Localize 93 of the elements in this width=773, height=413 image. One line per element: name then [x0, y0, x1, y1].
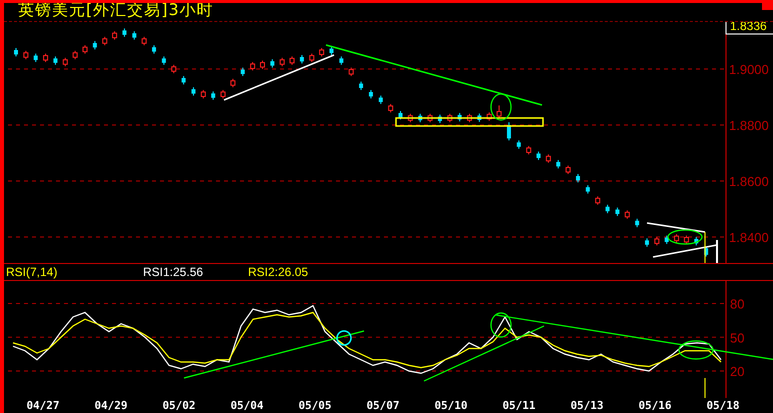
indicator-label: RSI(7,14): [6, 265, 58, 279]
rsi-reading: RSI2:26.05: [248, 265, 310, 279]
price-axis-label: 1.8800: [729, 118, 769, 133]
candle: [684, 235, 689, 244]
candle: [260, 60, 265, 70]
candle: [152, 44, 156, 54]
candle: [704, 246, 708, 258]
rsi-axis-label: 80: [730, 296, 744, 312]
candle: [595, 196, 600, 206]
candle: [576, 174, 580, 183]
candle: [230, 78, 236, 88]
candle: [270, 58, 274, 68]
candle: [359, 81, 364, 91]
candle: [615, 207, 620, 216]
candle: [200, 90, 206, 99]
date-label: 05/05: [297, 398, 333, 413]
candle: [368, 90, 373, 99]
candle: [408, 113, 413, 123]
price-axis-label: 1.9000: [729, 62, 769, 78]
date-label: 05/07: [365, 398, 401, 413]
date-label: 04/29: [93, 398, 129, 413]
candle: [674, 234, 680, 244]
price-axis-label: 1.8600: [729, 174, 769, 189]
candle: [220, 90, 226, 99]
candle: [438, 114, 442, 124]
candle: [211, 90, 216, 100]
candle: [428, 113, 433, 123]
candle: [624, 210, 630, 220]
candle: [102, 36, 108, 46]
candle: [330, 46, 334, 56]
candle: [496, 104, 502, 118]
candle: [477, 113, 482, 122]
date-label: 05/10: [433, 398, 469, 413]
candle: [694, 236, 698, 246]
date-label: 04/27: [25, 398, 61, 413]
candle: [378, 95, 383, 105]
candle: [300, 54, 304, 64]
candle: [319, 48, 324, 57]
rsi-axis-label: 50: [730, 330, 744, 346]
date-label: 05/11: [501, 398, 537, 413]
candle: [53, 56, 58, 66]
candle: [142, 36, 147, 46]
candle: [112, 30, 118, 40]
candle: [556, 160, 560, 169]
rsi-axis-label: 20: [730, 364, 744, 379]
candle: [250, 62, 256, 71]
candle: [388, 104, 394, 113]
candle: [62, 57, 68, 67]
candle: [486, 112, 492, 122]
date-label: 05/04: [229, 398, 265, 413]
candle: [506, 122, 511, 141]
candle: [644, 238, 649, 248]
candle: [339, 56, 344, 66]
candle: [606, 204, 610, 214]
candle: [467, 113, 472, 123]
candle: [348, 67, 354, 77]
candle: [290, 56, 295, 66]
candle: [14, 48, 18, 57]
candle: [664, 235, 669, 244]
date-label: 05/02: [161, 398, 197, 413]
candle: [34, 53, 38, 63]
candle: [536, 151, 541, 160]
candle: [566, 165, 571, 174]
candle: [654, 236, 660, 246]
candle: [418, 113, 422, 123]
candle: [182, 76, 186, 85]
date-label: 05/18: [705, 398, 741, 413]
candle: [526, 146, 532, 155]
candle: [191, 86, 196, 96]
date-label: 05/16: [637, 398, 673, 413]
candle: [635, 218, 640, 228]
candle: [458, 112, 462, 122]
candle: [122, 28, 126, 38]
date-label: 05/13: [569, 398, 605, 413]
candle: [92, 40, 97, 50]
candle: [171, 64, 176, 74]
candle: [586, 184, 590, 194]
candle: [162, 56, 166, 66]
candle: [398, 110, 402, 120]
candle: [240, 67, 245, 77]
candle: [82, 44, 88, 54]
candle: [447, 113, 452, 123]
candle: [72, 50, 78, 60]
candle: [546, 154, 551, 164]
candle: [43, 53, 48, 63]
candle: [280, 57, 285, 67]
corner-marker: [762, 0, 773, 10]
candle: [132, 30, 136, 40]
price-axis-label: 1.8400: [729, 230, 769, 245]
rsi-reading: RSI1:25.56: [143, 265, 204, 279]
candle: [516, 140, 521, 150]
candle: [309, 53, 314, 63]
candle: [23, 50, 28, 60]
